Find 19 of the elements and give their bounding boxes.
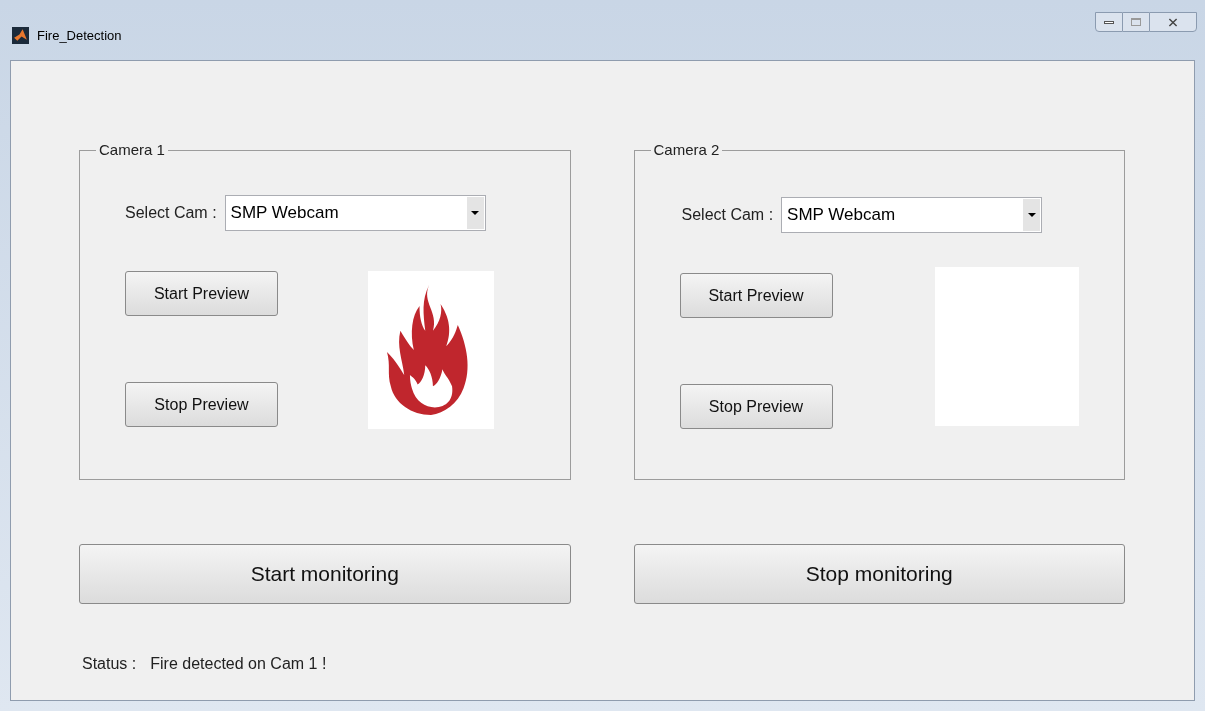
monitoring-button[interactable]: Stop monitoring [633, 544, 1125, 604]
start-preview-button[interactable]: Start Preview [679, 273, 833, 318]
status-label: Status : [82, 654, 137, 674]
monitoring-button[interactable]: Start monitoring [79, 544, 571, 604]
app-icon [12, 27, 29, 45]
start-preview-button[interactable]: Start Preview [125, 271, 278, 316]
camera-dropdown[interactable]: SMP Webcam [224, 195, 486, 231]
status-message: Fire detected on Cam 1 ! [150, 654, 327, 674]
window-title: Fire_Detection [37, 27, 122, 45]
select-cam-label: Select Cam : [125, 203, 217, 223]
minimize-button[interactable] [1095, 12, 1123, 32]
minimize-icon [1104, 20, 1114, 24]
close-button[interactable] [1149, 12, 1197, 32]
camera-dropdown[interactable]: SMP Webcam [781, 197, 1043, 233]
stop-preview-button[interactable]: Stop Preview [125, 382, 278, 427]
close-icon [1168, 17, 1178, 27]
maximize-icon [1131, 18, 1141, 26]
stop-preview-button[interactable]: Stop Preview [679, 384, 833, 429]
select-cam-label: Select Cam : [681, 205, 774, 225]
